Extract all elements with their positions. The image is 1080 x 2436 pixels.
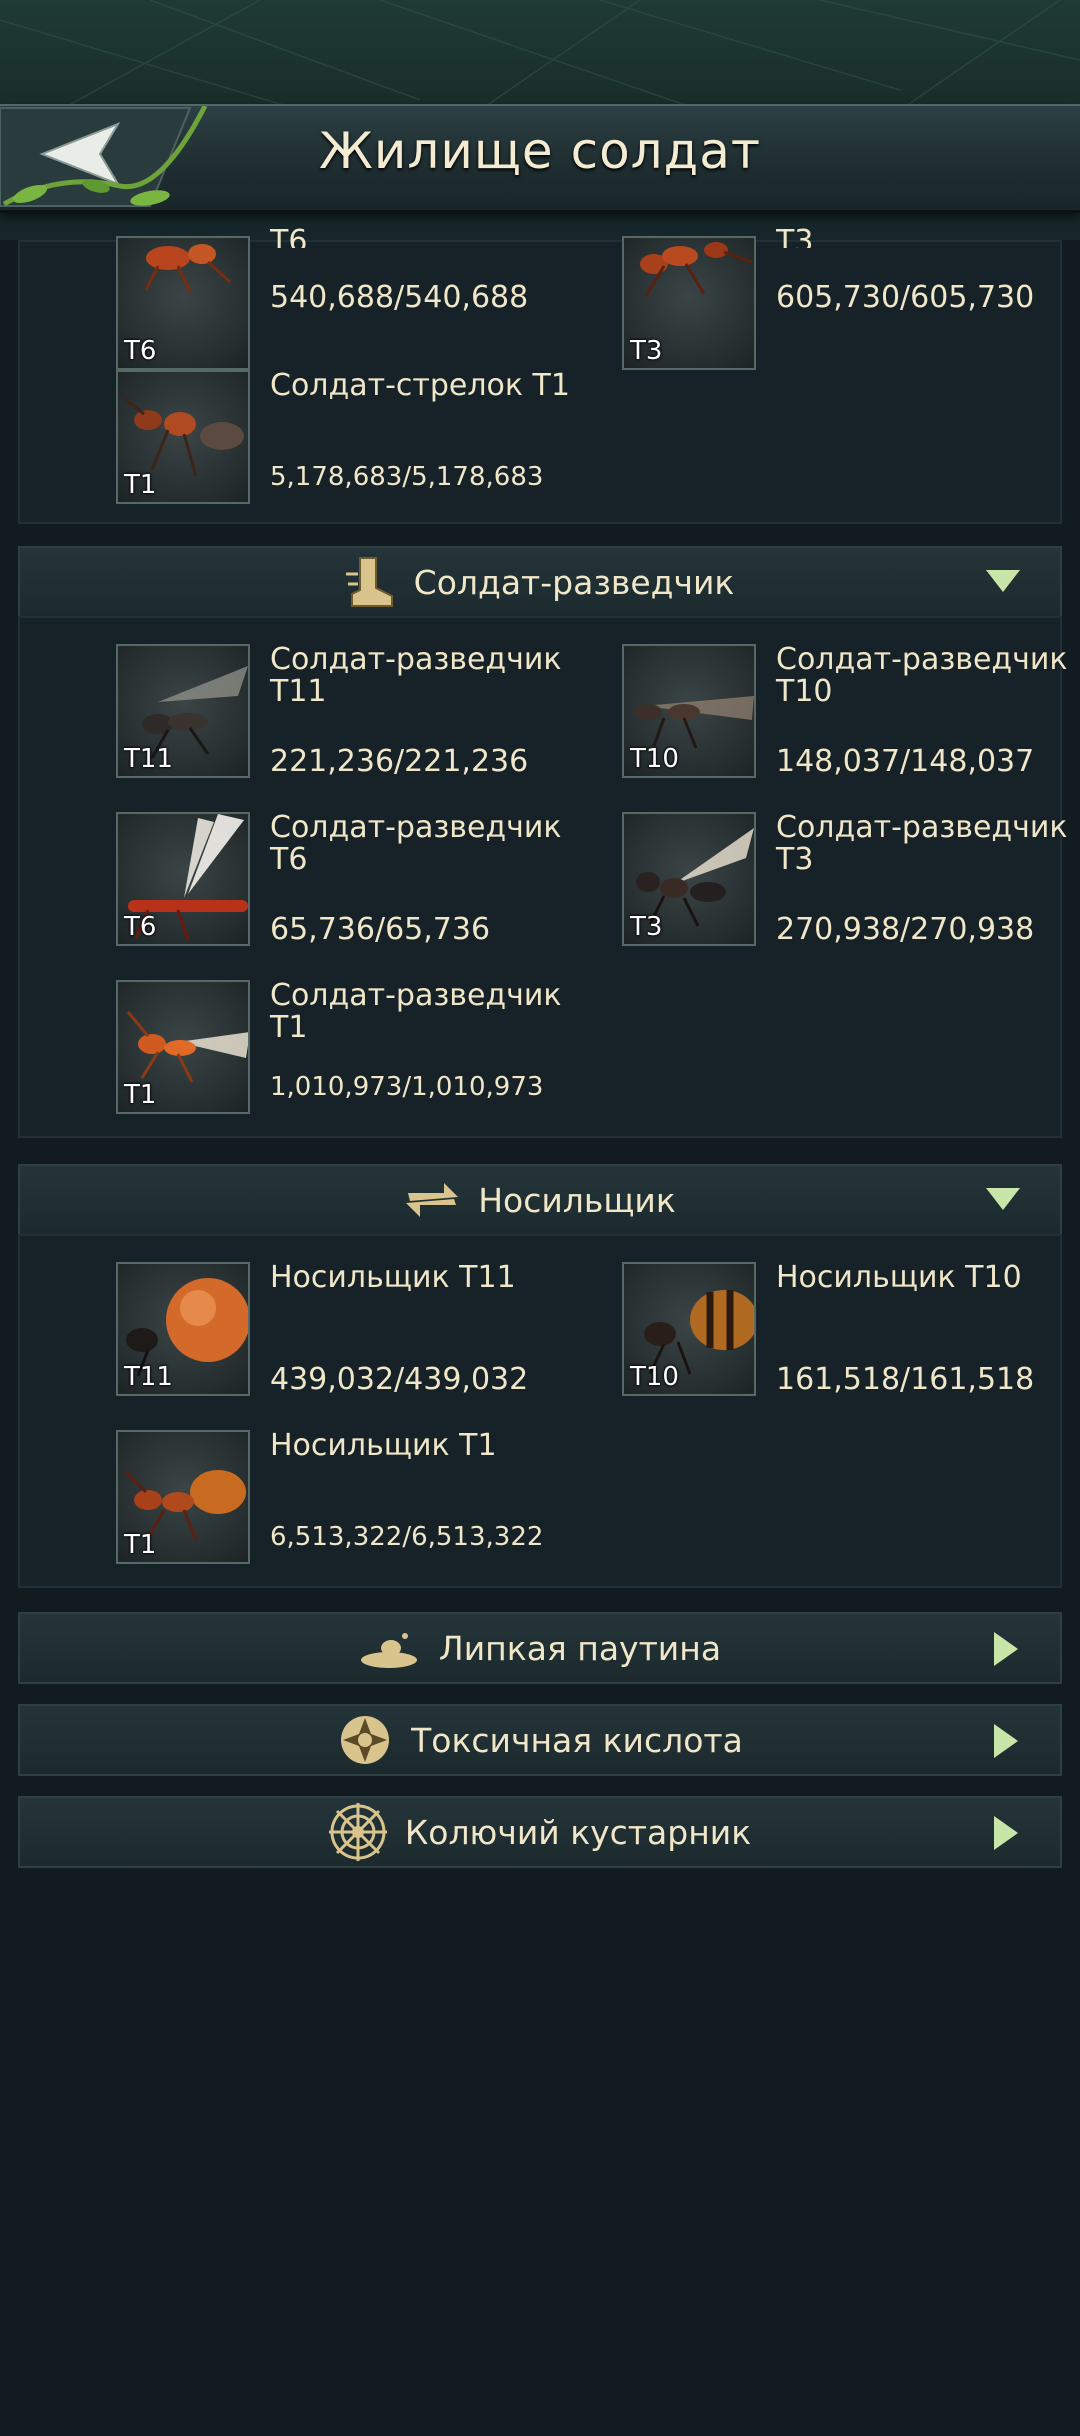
tier-label: T3 (630, 912, 663, 942)
tier-label: T6 (124, 912, 157, 942)
scout-section-panel: T11 Солдат-разведчик T11 221,236/221,236… (18, 616, 1068, 1138)
unit-count: 148,037/148,037 (776, 744, 1035, 779)
tier-label: T1 (124, 470, 157, 500)
carrier-section-panel: T11 Носильщик T11 439,032/439,032 T10 Но… (18, 1234, 1062, 1588)
unit-card[interactable]: T10 Носильщик T10 161,518/161,518 (622, 1262, 1080, 1402)
trap-row-thorn-bush[interactable]: Колючий кустарник (18, 1796, 1062, 1868)
thorn-bush-icon (328, 1803, 387, 1861)
tier-label: T11 (124, 744, 173, 774)
ant-portrait: T6 (116, 812, 250, 946)
unit-name: Носильщик T11 (270, 1260, 516, 1295)
unit-count: 221,236/221,236 (270, 744, 529, 779)
unit-name: T3 (776, 226, 814, 248)
unit-card[interactable]: T10 Солдат-разведчик T10 148,037/148,037 (622, 644, 1080, 784)
unit-name: T6 (270, 226, 308, 248)
unit-name: Солдат-разведчик T6 (270, 810, 562, 877)
unit-card[interactable]: T3 T3 605,730/605,730 (622, 226, 1080, 376)
ant-portrait: T11 (116, 1262, 250, 1396)
chevron-right-icon (994, 1724, 1018, 1758)
header-bar: Жилище солдат (0, 104, 1080, 213)
shooter-section-panel: T6 T6 540,688/540,688 T3 T3 605,730/605,… (18, 226, 1062, 524)
tier-label: T11 (124, 1362, 173, 1392)
boot-icon (345, 557, 393, 607)
unit-name: Солдат-разведчик T3 (776, 810, 1068, 877)
section-label: Солдат-разведчик (413, 562, 735, 602)
unit-count: 6,513,322/6,513,322 (270, 1522, 544, 1552)
tier-label: T10 (630, 744, 679, 774)
unit-count: 439,032/439,032 (270, 1362, 529, 1397)
ant-portrait: T6 (116, 236, 250, 370)
chevron-down-icon (986, 570, 1020, 592)
ant-portrait: T1 (116, 1430, 250, 1564)
trap-label: Колючий кустарник (404, 1812, 752, 1852)
unit-count: 1,010,973/1,010,973 (270, 1072, 544, 1102)
unit-count: 540,688/540,688 (270, 280, 529, 315)
unit-card[interactable]: T11 Носильщик T11 439,032/439,032 (116, 1262, 576, 1402)
trap-label: Токсичная кислота (411, 1720, 743, 1760)
ant-portrait: T11 (116, 644, 250, 778)
scout-section-header[interactable]: Солдат-разведчик (18, 546, 1062, 618)
unit-card[interactable]: T11 Солдат-разведчик T11 221,236/221,236 (116, 644, 576, 784)
ant-portrait: T1 (116, 370, 250, 504)
ant-portrait: T1 (116, 980, 250, 1114)
trap-row-toxic-acid[interactable]: Токсичная кислота (18, 1704, 1062, 1776)
unit-name: Солдат-стрелок T1 (270, 368, 570, 403)
ant-portrait: T3 (622, 812, 756, 946)
page-title: Жилище солдат (319, 122, 761, 180)
unit-name: Носильщик T1 (270, 1428, 497, 1463)
chevron-right-icon (994, 1816, 1018, 1850)
unit-card[interactable]: T1 Носильщик T1 6,513,322/6,513,322 (116, 1430, 576, 1570)
unit-name: Солдат-разведчик T1 (270, 978, 562, 1045)
tier-label: T10 (630, 1362, 679, 1392)
tier-label: T6 (124, 336, 157, 366)
unit-count: 65,736/65,736 (270, 912, 491, 947)
unit-name: Солдат-разведчик T10 (776, 642, 1068, 709)
chevron-right-icon (994, 1632, 1018, 1666)
tier-label: T1 (124, 1530, 157, 1560)
unit-card[interactable]: T6 Солдат-разведчик T6 65,736/65,736 (116, 812, 576, 952)
unit-count: 270,938/270,938 (776, 912, 1035, 947)
ant-portrait: T3 (622, 236, 756, 370)
carrier-section-header[interactable]: Носильщик (18, 1164, 1062, 1236)
unit-count: 605,730/605,730 (776, 280, 1035, 315)
trap-row-sticky-web[interactable]: Липкая паутина (18, 1612, 1062, 1684)
tier-label: T1 (124, 1080, 157, 1110)
sticky-web-icon (360, 1633, 417, 1668)
trap-label: Липкая паутина (438, 1628, 722, 1668)
unit-card[interactable]: T1 Солдат-стрелок T1 5,178,683/5,178,683 (116, 370, 576, 510)
unit-card[interactable]: T1 Солдат-разведчик T1 1,010,973/1,010,9… (116, 980, 576, 1120)
acid-icon (341, 1716, 390, 1764)
unit-name: Носильщик T10 (776, 1260, 1022, 1295)
unit-card[interactable]: T6 T6 540,688/540,688 (116, 226, 576, 376)
chevron-down-icon (986, 1188, 1020, 1210)
section-label: Носильщик (478, 1180, 676, 1220)
unit-count: 161,518/161,518 (776, 1362, 1035, 1397)
unit-name: Солдат-разведчик T11 (270, 642, 562, 709)
unit-count: 5,178,683/5,178,683 (270, 462, 544, 492)
unit-card[interactable]: T3 Солдат-разведчик T3 270,938/270,938 (622, 812, 1080, 952)
ant-portrait: T10 (622, 1262, 756, 1396)
arrows-icon (406, 1183, 459, 1217)
ant-portrait: T10 (622, 644, 756, 778)
tier-label: T3 (630, 336, 663, 366)
